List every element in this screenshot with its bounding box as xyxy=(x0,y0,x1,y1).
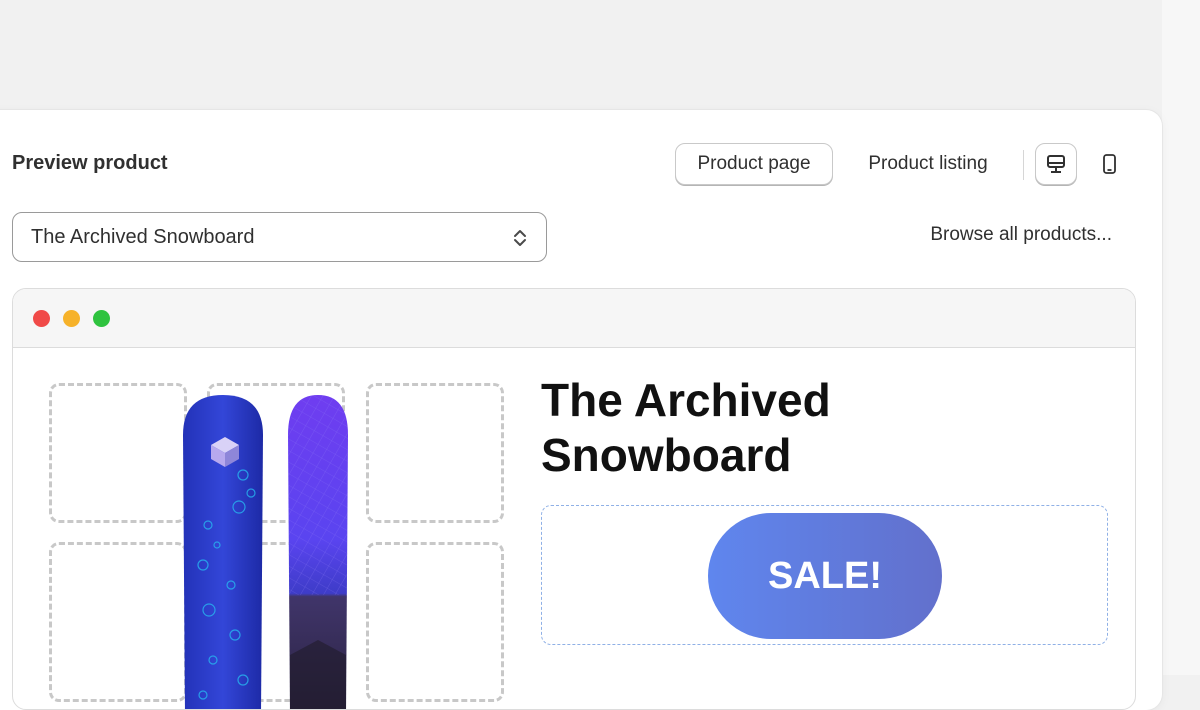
window-maximize-dot xyxy=(93,310,110,327)
tab-product-listing[interactable]: Product listing xyxy=(846,143,1010,185)
product-select[interactable]: The Archived Snowboard xyxy=(12,212,547,262)
browser-title-bar xyxy=(13,289,1135,348)
tab-product-page[interactable]: Product page xyxy=(675,143,833,185)
image-placeholder xyxy=(366,383,504,523)
mobile-phone-icon xyxy=(1103,154,1116,174)
window-close-dot xyxy=(33,310,50,327)
window-minimize-dot xyxy=(63,310,80,327)
mobile-view-button[interactable] xyxy=(1088,143,1130,185)
storefront-preview-window: The Archived Snowboard SALE! xyxy=(12,288,1136,710)
right-edge-strip xyxy=(1162,0,1200,675)
browse-all-products-link[interactable]: Browse all products... xyxy=(900,224,1112,246)
image-placeholder xyxy=(366,542,504,702)
snowboard-product-image xyxy=(183,395,348,709)
sale-badge-block: SALE! xyxy=(541,505,1108,645)
sale-badge: SALE! xyxy=(708,513,942,639)
desktop-monitor-icon xyxy=(1047,155,1065,173)
select-chevrons-icon xyxy=(514,230,526,246)
panel-title: Preview product xyxy=(12,152,168,174)
product-select-value: The Archived Snowboard xyxy=(31,225,255,248)
desktop-view-button[interactable] xyxy=(1035,143,1077,185)
image-placeholder xyxy=(49,383,187,523)
image-placeholder xyxy=(49,542,187,702)
toolbar-divider xyxy=(1023,150,1024,180)
product-title: The Archived Snowboard xyxy=(541,374,831,481)
